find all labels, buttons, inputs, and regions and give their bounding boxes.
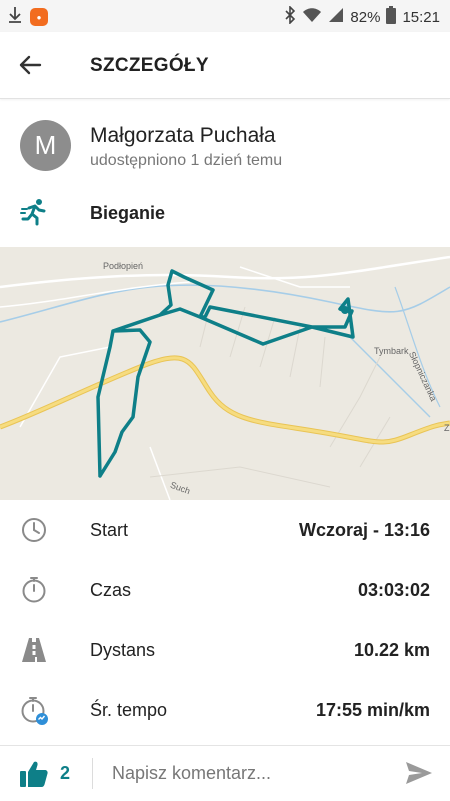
stat-label: Czas [90,580,132,600]
stat-label: Start [90,520,129,540]
thumbs-up-icon [20,761,48,787]
comment-bar: 2 [0,745,450,801]
stat-value: 03:03:02 [357,580,430,600]
app-notification-icon: ● [30,8,48,26]
map-label-village: Podłopień [103,261,144,271]
stat-value: Wczoraj - 13:16 [298,520,430,540]
stat-row-time: Czas 03:03:02 [0,560,450,620]
divider [92,758,93,789]
page-title: SZCZEGÓŁY [90,55,209,76]
shared-time: udostępniono 1 dzień temu [90,152,283,169]
signal-icon [328,7,344,27]
road-icon [20,636,48,664]
send-icon [406,762,432,784]
stat-label: Dystans [90,640,156,660]
avatar[interactable]: M [20,120,71,171]
wifi-icon [302,7,322,27]
map-canvas [0,247,450,500]
stat-row-start: Start Wczoraj - 13:16 [0,500,450,560]
stat-row-distance: Dystans 10.22 km [0,620,450,680]
status-bar: ● 82% 15:21 [0,0,450,32]
clock-time: 15:21 [402,8,440,26]
battery-icon [386,6,397,28]
download-icon [8,6,22,28]
stopwatch-icon [20,576,48,604]
comment-input[interactable] [112,758,382,788]
stat-label: Śr. tempo [90,700,168,720]
send-button[interactable] [404,759,436,789]
map-label-town: Tymbark [374,346,409,356]
clock-icon [20,516,48,544]
stat-row-pace: Śr. tempo 17:55 min/km [0,680,450,740]
pace-icon [20,696,48,725]
bluetooth-icon [284,5,296,28]
back-button[interactable] [14,49,46,81]
map-label-edge: Z [444,423,450,433]
route-map[interactable]: Podłopień Tymbark Słopniczanka Such Z [0,247,450,500]
stat-value: 10.22 km [353,640,430,660]
battery-percent: 82% [350,8,381,26]
running-icon [20,198,48,226]
arrow-left-icon [19,55,42,75]
stat-value: 17:55 min/km [315,700,430,720]
app-bar: SZCZEGÓŁY [0,32,450,99]
user-name[interactable]: Małgorzata Puchała [90,124,276,148]
like-count: 2 [60,763,71,783]
like-button[interactable] [18,759,50,789]
activity-type: Bieganie [90,203,166,223]
